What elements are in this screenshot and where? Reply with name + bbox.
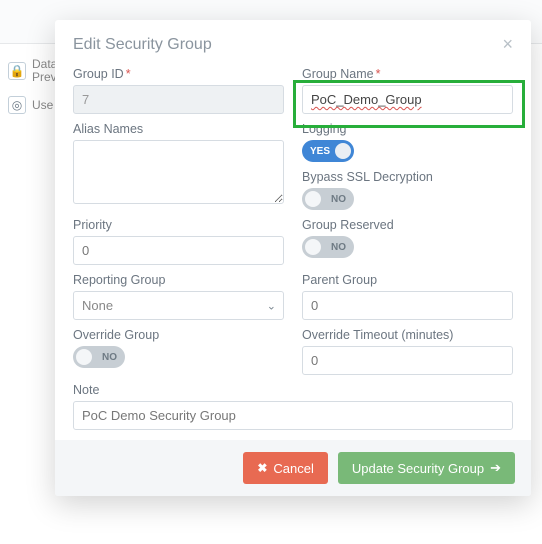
alias-names-input[interactable] (73, 140, 284, 204)
group-reserved-toggle[interactable]: NO (302, 236, 354, 258)
override-group-label: Override Group (73, 328, 284, 342)
note-input[interactable] (73, 401, 513, 430)
logging-label: Logging (302, 122, 513, 136)
edit-security-group-modal: Edit Security Group × Group ID* Group Na… (55, 20, 531, 496)
group-name-label: Group Name* (302, 67, 513, 81)
logging-toggle[interactable]: YES (302, 140, 354, 162)
reporting-group-label: Reporting Group (73, 273, 284, 287)
fingerprint-icon: ◎ (8, 96, 26, 114)
modal-title: Edit Security Group (73, 36, 212, 54)
parent-group-label: Parent Group (302, 273, 513, 287)
bypass-ssl-label: Bypass SSL Decryption (302, 170, 513, 184)
group-id-input (73, 85, 284, 114)
group-id-label: Group ID* (73, 67, 284, 81)
override-group-toggle[interactable]: NO (73, 346, 125, 368)
bg-item-label: Use (32, 98, 53, 112)
group-name-input[interactable]: PoC_Demo_Group (302, 85, 513, 114)
lock-icon: 🔒 (8, 62, 26, 80)
cancel-button[interactable]: ✖ Cancel (243, 452, 328, 484)
alias-names-label: Alias Names (73, 122, 284, 136)
override-timeout-input[interactable] (302, 346, 513, 375)
override-timeout-label: Override Timeout (minutes) (302, 328, 513, 342)
group-reserved-label: Group Reserved (302, 218, 513, 232)
bypass-ssl-toggle[interactable]: NO (302, 188, 354, 210)
close-icon[interactable]: × (502, 34, 513, 55)
reporting-group-select[interactable]: None (73, 291, 284, 320)
priority-label: Priority (73, 218, 284, 232)
arrow-right-icon: ➔ (490, 460, 501, 476)
note-label: Note (73, 383, 513, 397)
update-security-group-button[interactable]: Update Security Group ➔ (338, 452, 515, 484)
x-icon: ✖ (257, 461, 267, 475)
priority-input[interactable] (73, 236, 284, 265)
parent-group-input[interactable] (302, 291, 513, 320)
